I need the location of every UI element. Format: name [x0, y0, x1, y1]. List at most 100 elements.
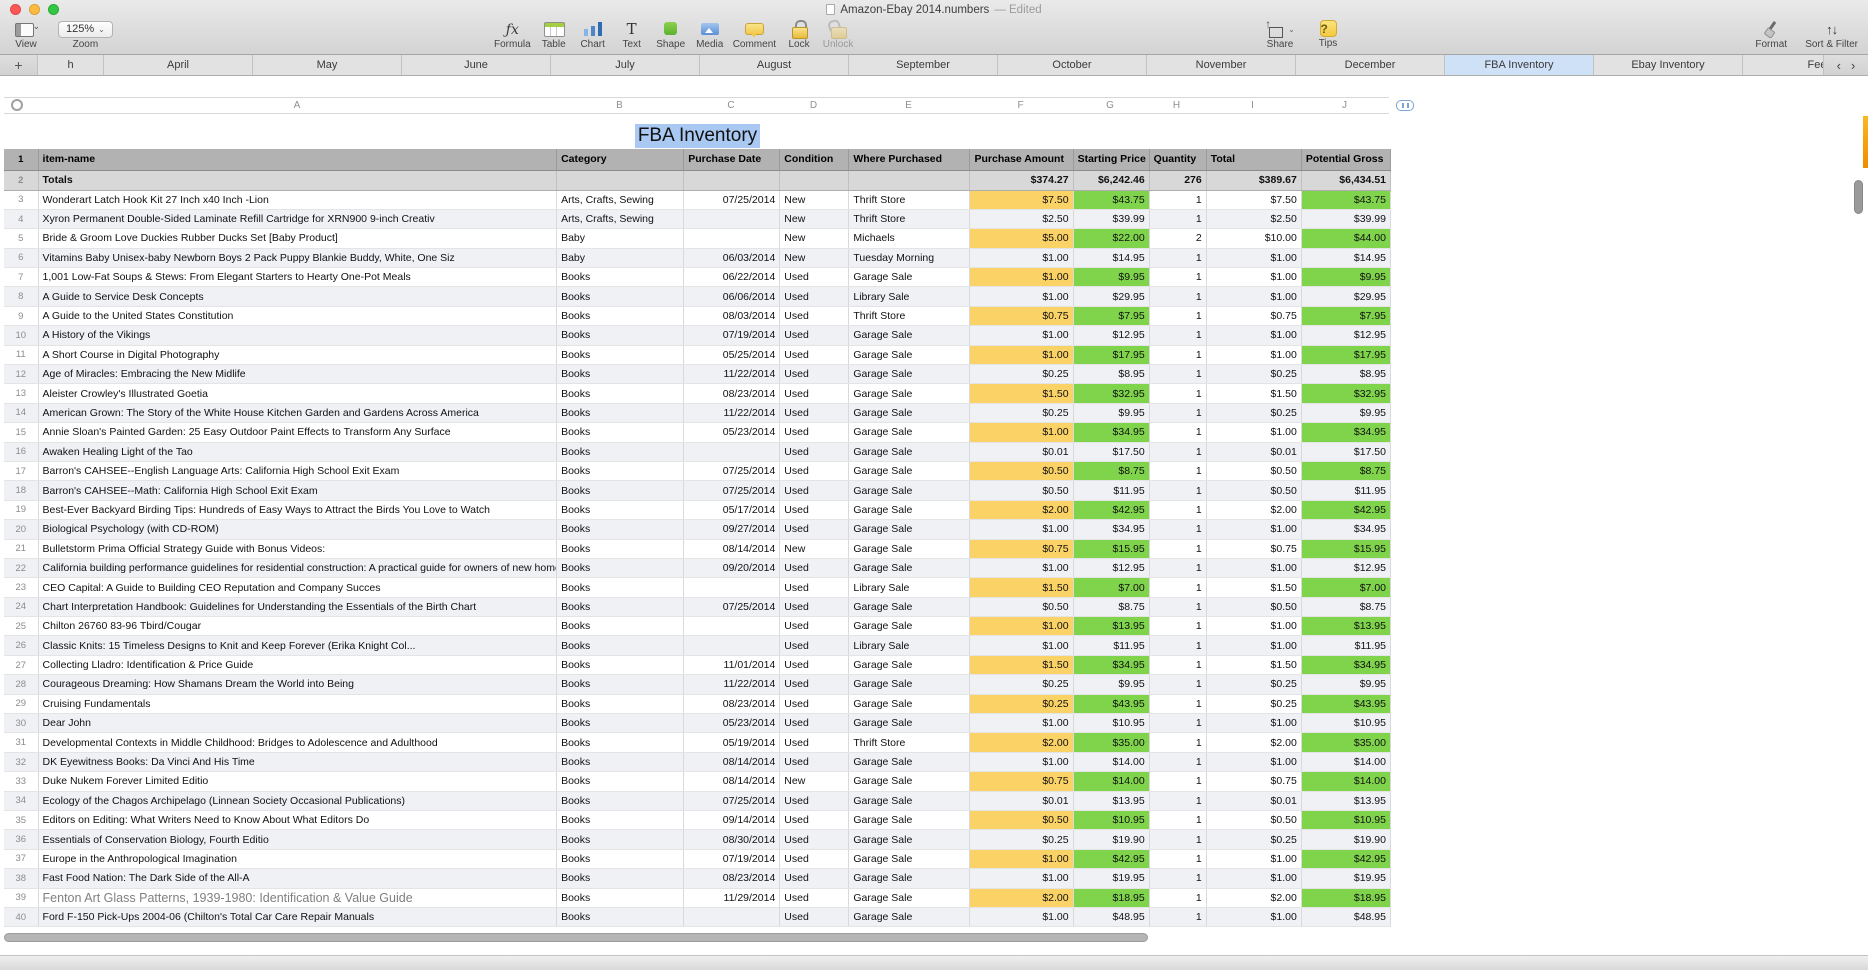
cell[interactable]: Arts, Crafts, Sewing: [556, 190, 685, 210]
table-title[interactable]: FBA Inventory: [634, 124, 761, 148]
cell[interactable]: A History of the Vikings: [38, 325, 558, 346]
cell[interactable]: Used: [779, 325, 850, 346]
view-button[interactable]: View: [10, 17, 42, 50]
cell[interactable]: 1: [1149, 364, 1207, 385]
cell[interactable]: $13.95: [1301, 791, 1392, 812]
cell[interactable]: Used: [779, 364, 850, 385]
cell[interactable]: 1: [1149, 752, 1207, 773]
row-number[interactable]: 13: [4, 383, 39, 404]
row-number[interactable]: 19: [4, 500, 39, 521]
cell[interactable]: Biological Psychology (with CD-ROM): [38, 519, 558, 540]
lock-button[interactable]: Lock: [783, 20, 815, 50]
cell[interactable]: $42.95: [1301, 849, 1392, 870]
cell[interactable]: $1.00: [969, 868, 1074, 889]
text-button[interactable]: Text: [616, 20, 648, 50]
column-header-item-name[interactable]: item-name: [38, 149, 558, 171]
cell[interactable]: Garage Sale: [848, 325, 971, 346]
cell[interactable]: Garage Sale: [848, 597, 971, 618]
cell[interactable]: Garage Sale: [848, 771, 971, 792]
totals-cell[interactable]: $6,242.46: [1073, 170, 1150, 191]
row-number[interactable]: 25: [4, 616, 39, 637]
cell[interactable]: Books: [556, 868, 685, 889]
add-sheet-button[interactable]: +: [0, 55, 38, 75]
cell[interactable]: $0.25: [969, 694, 1074, 715]
cell[interactable]: $1.00: [1206, 325, 1302, 346]
cell[interactable]: $13.95: [1301, 616, 1392, 637]
cell[interactable]: 11/22/2014: [683, 674, 781, 695]
cell[interactable]: Essentials of Conservation Biology, Four…: [38, 829, 558, 850]
cell[interactable]: $15.95: [1301, 539, 1392, 559]
cell[interactable]: [683, 209, 781, 230]
cell[interactable]: $1.00: [1206, 519, 1302, 540]
cell[interactable]: 1: [1149, 403, 1207, 424]
cell[interactable]: Cruising Fundamentals: [38, 694, 558, 715]
cell[interactable]: 09/20/2014: [683, 558, 781, 579]
cell[interactable]: Used: [779, 810, 850, 831]
row-number[interactable]: 11: [4, 345, 39, 366]
cell[interactable]: 08/30/2014: [683, 829, 781, 850]
cell[interactable]: $0.01: [969, 442, 1074, 462]
cell[interactable]: 1: [1149, 694, 1207, 715]
row-number[interactable]: 16: [4, 442, 39, 462]
cell[interactable]: 1: [1149, 442, 1207, 462]
cell[interactable]: Used: [779, 732, 850, 753]
cell[interactable]: $42.95: [1073, 500, 1150, 521]
cell[interactable]: Books: [556, 694, 685, 715]
cell[interactable]: 1,001 Low-Fat Soups & Stews: From Elegan…: [38, 267, 558, 288]
cell[interactable]: Used: [779, 558, 850, 579]
cell[interactable]: 07/25/2014: [683, 791, 781, 812]
column-header-purchase-date[interactable]: Purchase Date: [683, 149, 781, 171]
cell[interactable]: Books: [556, 519, 685, 540]
cell[interactable]: $0.01: [1206, 442, 1302, 462]
cell[interactable]: 1: [1149, 286, 1207, 307]
cell[interactable]: Classic Knits: 15 Timeless Designs to Kn…: [38, 635, 558, 656]
row-number[interactable]: 6: [4, 248, 39, 269]
cell[interactable]: $8.75: [1073, 461, 1150, 482]
cell[interactable]: Books: [556, 577, 685, 598]
cell[interactable]: Garage Sale: [848, 616, 971, 637]
row-number[interactable]: 32: [4, 752, 39, 773]
cell[interactable]: 1: [1149, 849, 1207, 870]
cell[interactable]: Tuesday Morning: [848, 248, 971, 269]
cell[interactable]: 05/19/2014: [683, 732, 781, 753]
cell[interactable]: Garage Sale: [848, 422, 971, 443]
cell[interactable]: $12.95: [1301, 325, 1392, 346]
cell[interactable]: $1.00: [1206, 713, 1302, 734]
cell[interactable]: Books: [556, 364, 685, 385]
cell[interactable]: $0.25: [969, 829, 1074, 850]
column-header-purchase-amount[interactable]: Purchase Amount: [969, 149, 1074, 171]
cell[interactable]: Used: [779, 907, 850, 928]
row-number[interactable]: 2: [4, 170, 39, 191]
cell[interactable]: Garage Sale: [848, 500, 971, 521]
cell[interactable]: $14.00: [1301, 752, 1392, 773]
cell[interactable]: Books: [556, 345, 685, 366]
row-number[interactable]: 38: [4, 868, 39, 889]
unlock-button[interactable]: Unlock: [822, 20, 854, 50]
cell[interactable]: [683, 616, 781, 637]
cell[interactable]: Duke Nukem Forever Limited Editio: [38, 771, 558, 792]
cell[interactable]: $1.00: [1206, 616, 1302, 637]
column-ruler-f[interactable]: F: [969, 98, 1072, 113]
cell[interactable]: $15.95: [1073, 539, 1150, 559]
column-header-total[interactable]: Total: [1206, 149, 1302, 171]
cell[interactable]: Best-Ever Backyard Birding Tips: Hundred…: [38, 500, 558, 521]
cell[interactable]: Garage Sale: [848, 519, 971, 540]
column-header-condition[interactable]: Condition: [779, 149, 850, 171]
cell[interactable]: $29.95: [1301, 286, 1392, 307]
cell[interactable]: $1.00: [1206, 635, 1302, 656]
row-number[interactable]: 9: [4, 306, 39, 327]
cell[interactable]: Library Sale: [848, 635, 971, 656]
cell[interactable]: $0.50: [1206, 461, 1302, 482]
cell[interactable]: Books: [556, 849, 685, 870]
cell[interactable]: A Guide to the United States Constitutio…: [38, 306, 558, 327]
cell[interactable]: $10.95: [1073, 810, 1150, 831]
cell[interactable]: 1: [1149, 771, 1207, 792]
sheet-tab-fee[interactable]: Fee: [1743, 55, 1823, 75]
cell[interactable]: Ecology of the Chagos Archipelago (Linne…: [38, 791, 558, 812]
row-number[interactable]: 26: [4, 635, 39, 656]
tips-button[interactable]: ? Tips: [1312, 20, 1344, 50]
cell[interactable]: $0.50: [969, 461, 1074, 482]
cell[interactable]: Garage Sale: [848, 849, 971, 870]
cell[interactable]: $7.95: [1073, 306, 1150, 327]
cell[interactable]: $10.95: [1073, 713, 1150, 734]
